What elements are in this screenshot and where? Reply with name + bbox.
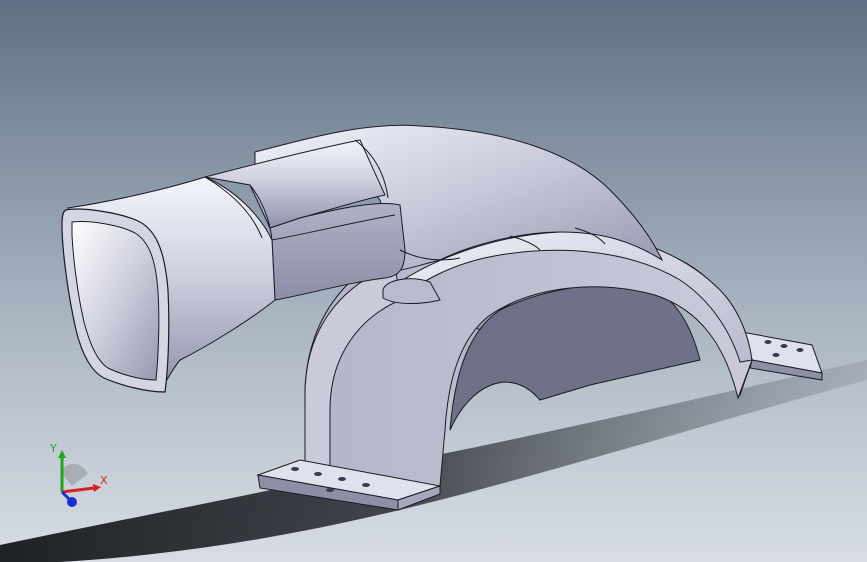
y-axis-label: Y [49,442,57,455]
z-axis-head [67,497,77,507]
triad-plane-indicator [60,463,88,486]
orientation-triad: Y X [49,442,108,507]
graphics-viewport[interactable]: Y X [0,0,867,562]
x-axis-label: X [100,474,108,487]
x-axis-arrow [61,486,95,494]
y-axis-head [58,450,66,458]
model-view[interactable] [0,0,867,562]
